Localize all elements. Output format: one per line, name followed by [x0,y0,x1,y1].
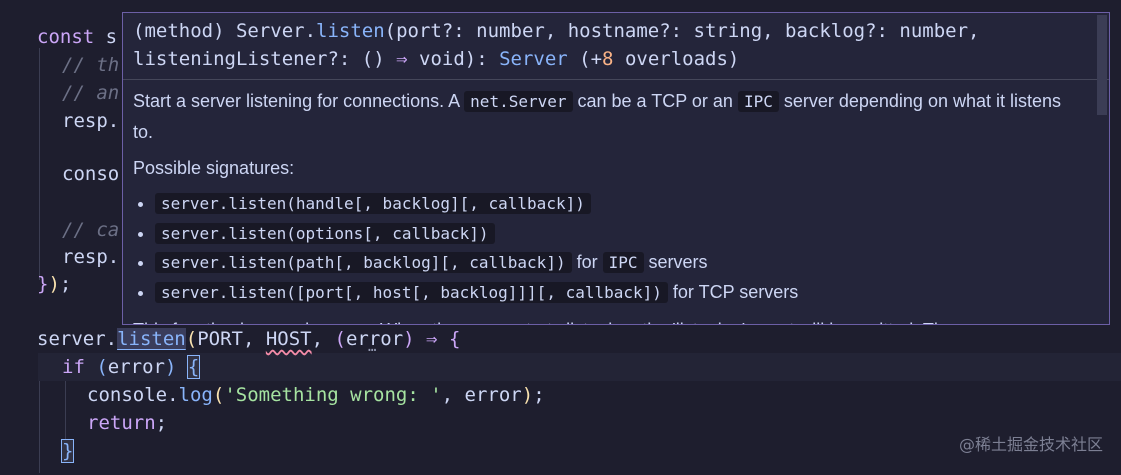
sig-text: (method) Server. [133,20,317,42]
semicolon: ; [59,273,72,295]
code-line-if: if (error) { [62,353,201,381]
comma: , [311,328,335,350]
hover-tooltip[interactable]: (method) Server.listen(port?: number, ho… [122,12,1110,325]
identifier: s [94,26,118,48]
comma: , [441,384,465,406]
paren: ( [212,384,225,406]
sig-text: (+ [567,48,603,70]
sig-method: listen [316,20,385,42]
possible-signatures-heading: Possible signatures: [133,158,295,178]
code-chip: net.Server [464,91,573,112]
desc-text: can be a TCP or an [572,91,738,111]
code-line-resp: resp. [62,246,120,268]
truncated-paragraph: This function is asynchronous. When the … [133,315,1079,324]
signature-line-2: listeningListener?: () ⇒ void): Server (… [133,45,1097,73]
paren: ( [334,328,346,350]
code-line-comment: // ca [62,219,120,241]
string-literal: 'Something wrong: ' [224,384,442,406]
paren: ) [48,273,60,295]
method-log: log [178,384,213,406]
desc-text: Start a server listening for connections… [133,91,465,111]
current-line-highlight [38,353,1121,381]
paren: ) [521,384,534,406]
description: Start a server listening for connections… [133,86,1079,147]
code-line-console: conso [62,163,120,185]
code-line-return: return; [87,409,167,437]
arg-port: PORT [197,328,243,350]
code-line-close-brace: } [60,437,75,465]
code-line-listen-call: server.listen(PORT, HOST, (error) ⇒ { [37,325,460,353]
code-chip: server.listen([port[, host[, backlog]]][… [155,281,668,303]
paren: ( [185,328,198,350]
arg-host-error[interactable]: HOST [266,328,312,350]
brace: } [37,273,49,295]
sig-text: void): [407,48,500,70]
paren: ) [403,328,415,350]
sig-text: listeningListener?: () [133,48,397,70]
sig-return-type: Server [499,48,568,70]
identifier-error: error [107,356,165,378]
code-line-comment: // th [62,54,120,76]
method-signature: (method) Server.listen(port?: number, ho… [123,13,1109,80]
indent-guide [65,381,66,441]
code-chip: server.listen(path[, backlog][, callback… [155,252,572,273]
item-text: for [571,252,603,272]
identifier-console: console [87,384,168,406]
semicolon: ; [155,412,168,434]
code-line-console-log: console.log('Something wrong: ', error); [87,381,545,409]
keyword: const [37,26,95,48]
watermark: @稀土掘金技术社区 [958,435,1103,454]
matched-brace: } [60,439,75,463]
arrow: ⇒ [414,328,449,350]
identifier-error: error [464,384,522,406]
code-chip: server.listen(handle[, backlog][, callba… [155,193,591,214]
code-chip: IPC [602,252,644,273]
signature-list: server.listen(handle[, backlog][, callba… [133,189,1079,307]
tooltip-scrollbar[interactable] [1097,15,1107,115]
code-chip: IPC [737,91,779,112]
keyword-return: return [87,412,156,434]
code-line-comment: // an [62,82,120,104]
code-line-resp: resp. [62,110,120,132]
paren: ( [96,356,108,378]
sig-text: (port?: number, hostname?: string, backl… [384,20,980,42]
paren: ) [165,356,177,378]
overload-count: 8 [602,48,614,70]
list-item: server.listen(path[, backlog][, callback… [155,248,1079,278]
semicolon: ; [533,384,545,406]
code-chip: server.listen(options[, callback]) [155,222,495,244]
sig-text: overloads) [613,48,740,70]
ellipsis-hint: … [368,339,377,355]
brace: { [448,328,461,350]
matched-brace: { [186,355,201,379]
item-text: servers [643,252,708,272]
list-item: server.listen([port[, host[, backlog]]][… [155,278,1079,308]
list-item: server.listen(options[, callback]) [155,219,1079,249]
list-item: server.listen(handle[, backlog][, callba… [155,189,1079,219]
item-text: for TCP servers [667,281,799,302]
signature-line-1: (method) Server.listen(port?: number, ho… [133,17,1097,45]
indent-guide [39,48,40,280]
dot: . [105,328,118,350]
keyword-if: if [62,356,85,378]
listen-method-hovered[interactable]: listen [117,328,186,350]
documentation: Start a server listening for connections… [123,80,1109,324]
dot: . [167,384,179,406]
code-line-1: const s [37,23,117,51]
identifier-server: server [37,328,106,350]
comma: , [242,328,266,350]
sig-arrow: ⇒ [396,48,408,70]
code-line-close: }); [37,270,71,298]
